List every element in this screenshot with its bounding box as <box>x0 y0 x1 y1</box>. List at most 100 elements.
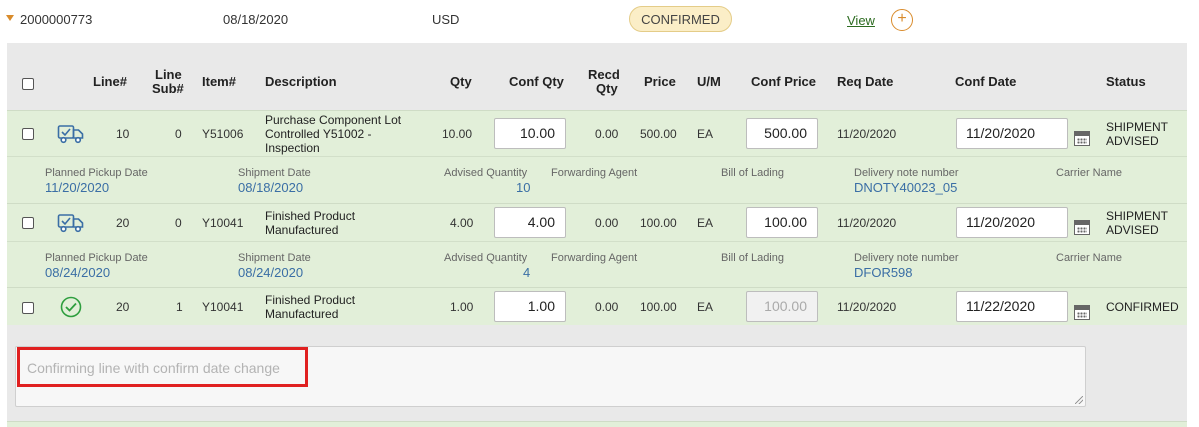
col-price: Price <box>644 74 676 89</box>
status-line-2: ADVISED <box>1106 134 1159 148</box>
item-number: Y10041 <box>202 300 244 314</box>
status-line-2: ADVISED <box>1106 223 1159 237</box>
qty: 1.00 <box>450 300 474 314</box>
col-line-sub-bottom: Sub# <box>152 81 184 96</box>
delivery-note-value: DNOTY40023_05 <box>854 180 958 195</box>
lines-table-header: Line# Line Sub# Item# Description Qty Co… <box>7 64 1187 104</box>
shipment-date-value: 08/24/2020 <box>238 265 304 280</box>
col-um: U/M <box>697 74 721 89</box>
shipment-detail-row: Planned Pickup Date 11/20/2020 Shipment … <box>7 156 1187 203</box>
table-row: 20 1 Y10041 Finished Product Manufacture… <box>7 287 1187 325</box>
col-recd-qty-top: Recd <box>588 67 620 82</box>
forwarding-agent-label: Forwarding Agent <box>551 167 638 179</box>
shipment-date-value: 08/18/2020 <box>238 180 304 195</box>
req-date: 11/20/2020 <box>837 216 897 230</box>
pickup-date-value: 08/24/2020 <box>45 265 111 280</box>
pickup-date-label: Planned Pickup Date <box>45 167 148 179</box>
shipment-detail-row: Planned Pickup Date 08/24/2020 Shipment … <box>7 241 1187 287</box>
order-number: 2000000773 <box>20 12 93 27</box>
col-status: Status <box>1106 74 1146 89</box>
price: 100.00 <box>640 300 677 314</box>
truck-check-icon <box>57 125 84 144</box>
unit-of-measure: EA <box>697 127 714 141</box>
item-description: Finished Product Manufactured <box>265 293 356 321</box>
col-item: Item# <box>202 74 236 89</box>
select-all-checkbox[interactable] <box>22 78 34 90</box>
item-number: Y10041 <box>202 216 244 230</box>
highlight-box <box>17 347 308 387</box>
item-description: Finished Product Manufactured <box>265 209 356 237</box>
unit-of-measure: EA <box>697 300 714 314</box>
col-conf-date: Conf Date <box>955 74 1017 89</box>
col-description: Description <box>265 74 337 89</box>
col-conf-price: Conf Price <box>751 74 817 89</box>
table-row: 10 0 Y51006 Purchase Component Lot Contr… <box>7 110 1187 156</box>
delivery-note-value: DFOR598 <box>854 265 913 280</box>
price: 500.00 <box>640 127 677 141</box>
advised-qty-value: 10 <box>516 180 531 195</box>
check-circle-icon <box>60 296 82 318</box>
conf-qty-input[interactable]: 4.00 <box>494 207 566 238</box>
req-date: 11/20/2020 <box>837 300 897 314</box>
next-row-strip <box>7 421 1187 427</box>
price: 100.00 <box>640 216 677 230</box>
collapse-caret-icon[interactable] <box>6 15 14 21</box>
line-sub: 0 <box>175 127 182 141</box>
conf-qty-input[interactable]: 10.00 <box>494 118 566 149</box>
col-conf-qty: Conf Qty <box>509 74 564 89</box>
bill-of-lading-label: Bill of Lading <box>721 252 784 264</box>
req-date: 11/20/2020 <box>837 127 897 141</box>
item-description: Purchase Component Lot Controlled Y51002… <box>265 113 402 155</box>
advised-qty-value: 4 <box>523 265 531 280</box>
shipment-date-label: Shipment Date <box>238 252 311 264</box>
conf-price-input: 100.00 <box>746 291 818 322</box>
line-sub: 1 <box>176 300 183 314</box>
advised-qty-label: Advised Quantity <box>444 167 528 179</box>
add-plus-icon[interactable]: + <box>891 9 913 31</box>
line-sub: 0 <box>175 216 182 230</box>
calendar-icon[interactable] <box>1074 305 1090 320</box>
item-number: Y51006 <box>202 127 244 141</box>
line-number: 20 <box>116 216 130 230</box>
delivery-note-label: Delivery note number <box>854 252 959 264</box>
calendar-icon[interactable] <box>1074 220 1090 235</box>
conf-qty-input[interactable]: 1.00 <box>494 291 566 322</box>
row-checkbox[interactable] <box>22 128 34 140</box>
conf-date-input[interactable]: 11/22/2020 <box>956 291 1068 322</box>
conf-price-input[interactable]: 500.00 <box>746 118 818 149</box>
col-qty: Qty <box>450 74 472 89</box>
status-line-1: CONFIRMED <box>1106 300 1179 314</box>
recd-qty: 0.00 <box>595 216 619 230</box>
row-checkbox[interactable] <box>22 302 34 314</box>
order-date: 08/18/2020 <box>223 12 289 27</box>
view-link[interactable]: View <box>847 13 875 28</box>
advised-qty-label: Advised Quantity <box>444 252 528 264</box>
conf-date-input[interactable]: 11/20/2020 <box>956 207 1068 238</box>
row-checkbox[interactable] <box>22 217 34 229</box>
conf-price-input[interactable]: 100.00 <box>746 207 818 238</box>
forwarding-agent-label: Forwarding Agent <box>551 252 638 264</box>
carrier-name-label: Carrier Name <box>1056 252 1123 264</box>
qty: 4.00 <box>450 216 474 230</box>
line-number: 10 <box>116 127 130 141</box>
status-line-1: SHIPMENT <box>1106 209 1169 223</box>
order-summary-row: 2000000773 08/18/2020 USD CONFIRMED View… <box>0 0 1199 42</box>
truck-check-icon <box>57 214 84 233</box>
recd-qty: 0.00 <box>595 127 619 141</box>
line-number: 20 <box>116 300 130 314</box>
pickup-date-value: 11/20/2020 <box>45 180 110 195</box>
calendar-icon[interactable] <box>1074 131 1090 146</box>
qty: 10.00 <box>442 127 473 141</box>
shipment-date-label: Shipment Date <box>238 167 311 179</box>
order-currency: USD <box>432 12 460 27</box>
unit-of-measure: EA <box>697 216 714 230</box>
col-line: Line# <box>93 74 127 89</box>
conf-date-input[interactable]: 11/20/2020 <box>956 118 1068 149</box>
delivery-note-label: Delivery note number <box>854 167 959 179</box>
col-line-sub-top: Line <box>155 67 182 82</box>
col-req-date: Req Date <box>837 74 894 89</box>
resize-grip-icon[interactable] <box>1075 396 1083 404</box>
carrier-name-label: Carrier Name <box>1056 167 1123 179</box>
bill-of-lading-label: Bill of Lading <box>721 167 784 179</box>
recd-qty: 0.00 <box>595 300 619 314</box>
